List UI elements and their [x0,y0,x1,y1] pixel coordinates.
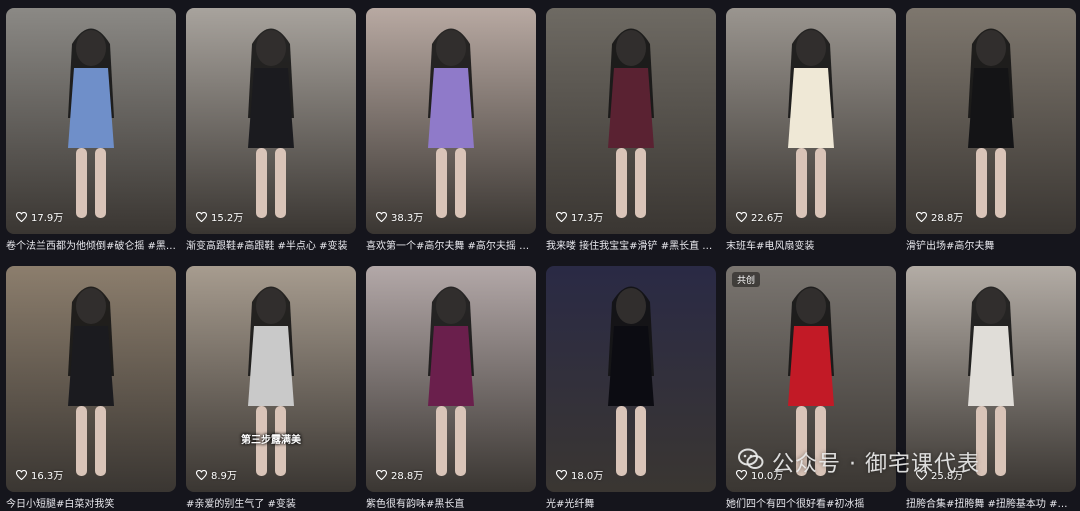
like-count-value: 10.0万 [751,471,784,482]
video-caption[interactable]: 末班车#电风扇变装 [726,240,896,253]
like-count: 22.6万 [736,209,783,224]
video-caption[interactable]: 喜欢第一个#高尔夫舞 #高尔夫摇 #… [366,240,536,253]
video-caption[interactable]: 光#光纤舞 [546,498,716,511]
like-count: 10.0万 [736,467,783,482]
video-caption[interactable]: 滑铲出场#高尔夫舞 [906,240,1076,253]
video-thumbnail[interactable]: 38.3万 [366,8,536,234]
like-count: 17.3万 [556,209,603,224]
like-count: 18.0万 [556,467,603,482]
video-caption[interactable]: 扭胯合集#扭胯舞 #扭胯基本功 #扭… [906,498,1076,511]
video-thumbnail[interactable]: 25.8万 [906,266,1076,492]
heart-icon [556,211,567,222]
like-count-value: 28.8万 [391,471,424,482]
video-caption[interactable]: #亲爱的别生气了 #变装 [186,498,356,511]
heart-icon [376,211,387,222]
heart-icon [736,469,747,480]
like-count-value: 8.9万 [211,471,237,482]
video-caption[interactable]: 我来喽 接住我宝宝#滑铲 #黑长直 #… [546,240,716,253]
like-count: 8.9万 [196,467,237,482]
video-thumbnail[interactable]: 15.2万 [186,8,356,234]
video-thumbnail[interactable]: 共创 10.0万 [726,266,896,492]
video-card[interactable]: 17.9万卷个法兰西都为他倾倒#破仑摇 #黑… [6,8,176,253]
heart-icon [196,469,207,480]
video-thumbnail[interactable]: 28.8万 [906,8,1076,234]
heart-icon [376,469,387,480]
like-count: 25.8万 [916,467,963,482]
video-thumbnail[interactable]: 28.8万 [366,266,536,492]
heart-icon [736,211,747,222]
video-thumbnail[interactable]: 第三步露满美 8.9万 [186,266,356,492]
video-card[interactable]: 22.6万末班车#电风扇变装 [726,8,896,253]
video-caption[interactable]: 紫色很有韵味#黑长直 [366,498,536,511]
video-thumbnail[interactable]: 22.6万 [726,8,896,234]
heart-icon [16,211,27,222]
like-count: 17.9万 [16,209,63,224]
video-overlay-text: 第三步露满美 [241,435,301,446]
like-count-value: 28.8万 [931,213,964,224]
like-count: 16.3万 [16,467,63,482]
video-caption[interactable]: 卷个法兰西都为他倾倒#破仑摇 #黑… [6,240,176,253]
video-caption[interactable]: 她们四个有四个很好看#初冰摇 [726,498,896,511]
like-count-value: 18.0万 [571,471,604,482]
heart-icon [556,469,567,480]
like-count-value: 38.3万 [391,213,424,224]
video-thumbnail[interactable]: 17.3万 [546,8,716,234]
video-card[interactable]: 38.3万喜欢第一个#高尔夫舞 #高尔夫摇 #… [366,8,536,253]
video-card[interactable]: 28.8万紫色很有韵味#黑长直 [366,266,536,511]
video-thumbnail[interactable]: 18.0万 [546,266,716,492]
video-caption[interactable]: 渐变高跟鞋#高跟鞋 #半点心 #变装 [186,240,356,253]
heart-icon [196,211,207,222]
heart-icon [916,469,927,480]
video-card[interactable]: 28.8万滑铲出场#高尔夫舞 [906,8,1076,253]
video-card[interactable]: 18.0万光#光纤舞 [546,266,716,511]
like-count-value: 15.2万 [211,213,244,224]
like-count-value: 17.3万 [571,213,604,224]
video-card[interactable]: 16.3万今日小短腿#白菜对我笑 [6,266,176,511]
video-caption[interactable]: 今日小短腿#白菜对我笑 [6,498,176,511]
video-thumbnail[interactable]: 16.3万 [6,266,176,492]
video-grid: 17.9万 卷个法兰西都为他倾倒#破仑摇 #黑… 15.2万 渐变高跟鞋#高跟鞋 #半… [0,0,1080,511]
heart-icon [916,211,927,222]
like-count: 38.3万 [376,209,423,224]
heart-icon [16,469,27,480]
video-card[interactable]: 15.2万渐变高跟鞋#高跟鞋 #半点心 #变装 [186,8,356,253]
video-card[interactable]: 25.8万扭胯合集#扭胯舞 #扭胯基本功 #扭… [906,266,1076,511]
video-card[interactable]: 共创 10.0万她们四个有四个很好看#初冰摇 [726,266,896,511]
like-count-value: 25.8万 [931,471,964,482]
like-count: 28.8万 [916,209,963,224]
co-create-badge: 共创 [732,272,761,287]
like-count-value: 22.6万 [751,213,784,224]
like-count: 15.2万 [196,209,243,224]
like-count-value: 16.3万 [31,471,64,482]
video-card[interactable]: 第三步露满美 8.9万 #亲爱的别生气了 #变装 [186,266,356,511]
video-card[interactable]: 17.3万我来喽 接住我宝宝#滑铲 #黑长直 #… [546,8,716,253]
like-count-value: 17.9万 [31,213,64,224]
like-count: 28.8万 [376,467,423,482]
video-thumbnail[interactable]: 17.9万 [6,8,176,234]
